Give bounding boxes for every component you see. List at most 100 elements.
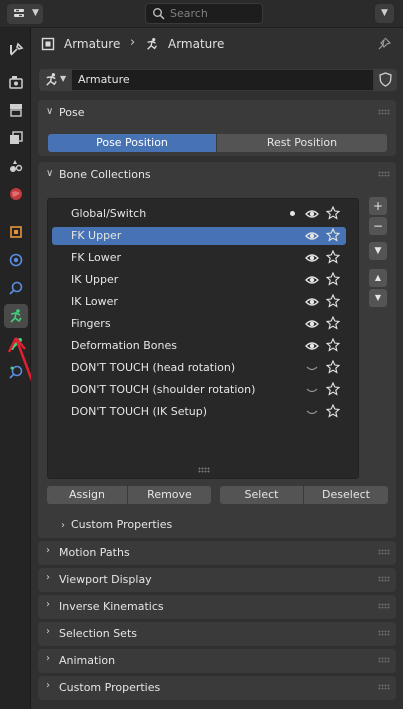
list-item[interactable]: FK Upper — [52, 227, 346, 245]
list-item[interactable]: DON'T TOUCH (shoulder rotation) — [52, 381, 346, 399]
list-item[interactable]: Deformation Bones — [52, 337, 346, 355]
collapsed-panel[interactable]: › Custom Properties — [38, 676, 396, 700]
eye-icon[interactable] — [305, 295, 319, 309]
star-icon[interactable] — [326, 316, 340, 330]
eye-icon[interactable] — [305, 207, 319, 221]
list-item[interactable]: Fingers — [52, 315, 346, 333]
collection-name: FK Lower — [71, 251, 121, 264]
list-item[interactable]: IK Upper — [52, 271, 346, 289]
star-icon[interactable] — [326, 228, 340, 242]
search-input[interactable]: Search — [145, 3, 263, 24]
tab-view-layer[interactable] — [4, 126, 28, 150]
editor-type-dropdown[interactable]: ▼ — [7, 4, 43, 24]
properties-main: Armature › Armature ▼ Armature ∨ Pose Po… — [31, 28, 403, 709]
add-collection-button[interactable]: + — [369, 197, 387, 215]
fake-user-button[interactable] — [374, 69, 397, 91]
list-item[interactable]: IK Lower — [52, 293, 346, 311]
collapsed-panel[interactable]: › Motion Paths — [38, 541, 396, 565]
world-icon — [10, 188, 22, 200]
subpanel-title: Custom Properties — [71, 518, 173, 531]
tab-tool[interactable] — [4, 38, 28, 62]
collection-specials-button[interactable]: ▼ — [369, 242, 387, 260]
properties-header: ▼ Search ▼ — [0, 0, 403, 28]
physics-icon — [9, 253, 23, 267]
select-button[interactable]: Select — [220, 486, 303, 504]
eye-closed-icon[interactable] — [305, 383, 319, 397]
pose-panel-title: Pose — [59, 106, 85, 119]
eye-closed-icon[interactable] — [305, 405, 319, 419]
drag-grip-icon[interactable] — [378, 109, 390, 115]
eye-icon[interactable] — [305, 339, 319, 353]
tab-object[interactable] — [4, 220, 28, 244]
panel-header[interactable]: › Selection Sets — [38, 622, 396, 646]
collection-name: DON'T TOUCH (head rotation) — [71, 361, 236, 374]
list-item[interactable]: FK Lower — [52, 249, 346, 267]
eye-closed-icon[interactable] — [305, 361, 319, 375]
eye-icon[interactable] — [305, 273, 319, 287]
deselect-button[interactable]: Deselect — [304, 486, 388, 504]
header-options-button[interactable]: ▼ — [375, 4, 394, 23]
collapsed-panel[interactable]: › Animation — [38, 649, 396, 673]
star-icon[interactable] — [326, 250, 340, 264]
collection-name: DON'T TOUCH (IK Setup) — [71, 405, 208, 418]
tab-render[interactable] — [4, 70, 28, 94]
rest-position-button[interactable]: Rest Position — [217, 134, 387, 152]
tab-scene[interactable] — [4, 154, 28, 178]
tab-armature-data[interactable] — [4, 304, 28, 328]
list-item[interactable]: DON'T TOUCH (head rotation) — [52, 359, 346, 377]
drag-grip-icon[interactable] — [378, 630, 390, 636]
star-icon[interactable] — [326, 206, 340, 220]
panel-header[interactable]: › Viewport Display — [38, 568, 396, 592]
pose-position-button[interactable]: Pose Position — [48, 134, 216, 152]
panel-header[interactable]: › Custom Properties — [38, 676, 396, 700]
move-up-button[interactable]: ▲ — [369, 269, 387, 287]
pose-panel-header[interactable]: ∨ Pose — [38, 100, 396, 126]
armature-icon — [147, 38, 157, 50]
chevron-down-icon: ▼ — [60, 74, 67, 83]
bone-collections-header[interactable]: ∨ Bone Collections — [38, 162, 396, 188]
eye-icon[interactable] — [305, 251, 319, 265]
datablock-browse-button[interactable]: ▼ — [39, 69, 71, 91]
tab-modifiers[interactable] — [4, 248, 28, 272]
custom-properties-subpanel[interactable]: › Custom Properties — [61, 518, 172, 531]
tab-output[interactable] — [4, 98, 28, 122]
collapsed-panel[interactable]: › Viewport Display — [38, 568, 396, 592]
pin-icon[interactable] — [377, 37, 391, 51]
move-down-button[interactable]: ▼ — [369, 289, 387, 307]
bone-collections-title: Bone Collections — [59, 168, 151, 181]
list-item[interactable]: Global/Switch — [52, 205, 346, 223]
list-item[interactable]: DON'T TOUCH (IK Setup) — [52, 403, 346, 421]
collapsed-panel[interactable]: › Selection Sets — [38, 622, 396, 646]
eye-icon[interactable] — [305, 229, 319, 243]
chevron-right-icon: › — [46, 572, 50, 583]
drag-grip-icon[interactable] — [378, 603, 390, 609]
star-icon[interactable] — [326, 382, 340, 396]
remove-button[interactable]: Remove — [128, 486, 211, 504]
datablock-name-field[interactable]: Armature — [71, 69, 374, 91]
panel-header[interactable]: › Motion Paths — [38, 541, 396, 565]
remove-collection-button[interactable]: − — [369, 217, 387, 235]
datablock-selector: ▼ Armature — [39, 69, 397, 91]
chevron-down-icon: ▼ — [32, 8, 39, 18]
drag-grip-icon[interactable] — [378, 171, 390, 177]
drag-grip-icon[interactable] — [378, 657, 390, 663]
star-icon[interactable] — [326, 272, 340, 286]
bone-collection-list[interactable]: Global/Switch FK Upper FK Lower IK Upper IK … — [47, 198, 359, 479]
drag-grip-icon[interactable] — [378, 576, 390, 582]
star-icon[interactable] — [326, 338, 340, 352]
list-resize-grip-icon[interactable] — [198, 467, 210, 473]
tab-constraints[interactable] — [4, 276, 28, 300]
assign-button[interactable]: Assign — [47, 486, 127, 504]
property-tabs — [0, 28, 42, 709]
drag-grip-icon[interactable] — [378, 684, 390, 690]
panel-header[interactable]: › Animation — [38, 649, 396, 673]
star-icon[interactable] — [326, 360, 340, 374]
tab-world[interactable] — [4, 182, 28, 206]
eye-icon[interactable] — [305, 317, 319, 331]
armature-icon — [10, 309, 22, 323]
collapsed-panel[interactable]: › Inverse Kinematics — [38, 595, 396, 619]
star-icon[interactable] — [326, 404, 340, 418]
star-icon[interactable] — [326, 294, 340, 308]
drag-grip-icon[interactable] — [378, 549, 390, 555]
panel-header[interactable]: › Inverse Kinematics — [38, 595, 396, 619]
